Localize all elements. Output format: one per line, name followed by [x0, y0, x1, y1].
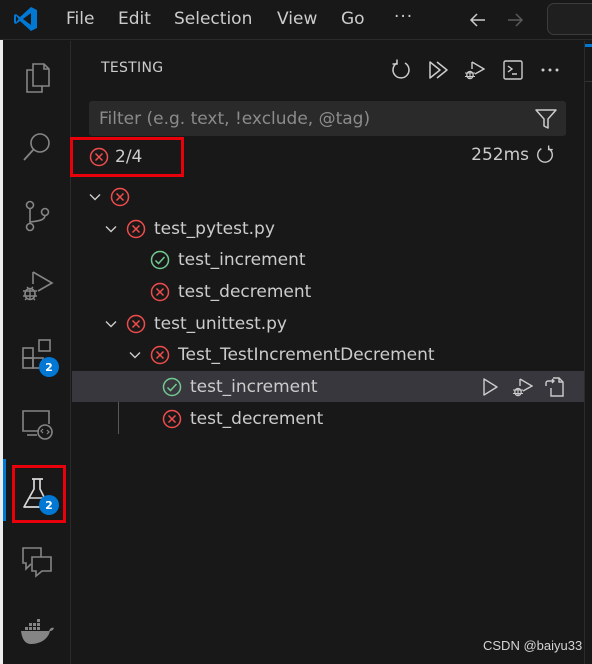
filter-box [89, 101, 566, 136]
failed-status-icon [150, 345, 170, 364]
passed-status-icon [162, 377, 182, 396]
run-all-tests-button[interactable] [425, 57, 451, 83]
sidebar-border [584, 41, 592, 664]
failed-status-icon [126, 314, 146, 333]
test-label: test_unittest.py [154, 313, 287, 334]
menu-edit[interactable]: Edit [118, 9, 151, 29]
failed-status-icon [126, 219, 146, 238]
more-actions-button[interactable] [537, 57, 563, 83]
filter-funnel-icon[interactable] [534, 107, 558, 131]
test-label: test_decrement [178, 281, 312, 302]
chat-icon [22, 547, 52, 578]
activity-remote-explorer[interactable] [13, 400, 61, 448]
go-to-test-icon [545, 377, 564, 397]
row-actions [478, 375, 566, 399]
chevron-down-icon[interactable] [88, 190, 102, 204]
activity-run-debug[interactable] [13, 261, 61, 309]
arrow-left-icon[interactable] [468, 10, 488, 30]
failed-status-icon [162, 409, 182, 428]
arrow-right-icon[interactable] [505, 10, 525, 30]
command-center[interactable] [547, 3, 592, 35]
test-tree-item[interactable]: test_decrement [72, 276, 584, 307]
refresh-tests-button[interactable] [388, 57, 414, 83]
activity-bar: 2 2 [3, 41, 71, 664]
debug-all-tests-button[interactable] [461, 57, 487, 83]
files-icon [26, 63, 50, 93]
highlight-box-testing [12, 465, 66, 523]
test-label: test_increment [190, 376, 318, 397]
chevron-down-icon[interactable] [104, 222, 118, 236]
activity-explorer[interactable] [13, 54, 61, 102]
test-tree-item[interactable]: test_pytest.py [72, 213, 584, 244]
run-test-icon [483, 378, 498, 396]
test-label: test_increment [178, 249, 306, 270]
more-icon [541, 68, 559, 72]
search-icon [23, 133, 50, 161]
failed-status-icon [110, 187, 130, 206]
vscode-logo-icon [14, 7, 37, 31]
watermark: CSDN @baiyu33 [483, 638, 583, 653]
passed-status-icon [150, 250, 170, 269]
test-tree-item[interactable]: test_decrement [72, 403, 584, 434]
show-output-button[interactable] [500, 57, 526, 83]
filter-input[interactable] [89, 101, 529, 136]
remote-explorer-icon [22, 410, 53, 440]
debug-all-icon [465, 61, 485, 80]
activity-docker[interactable] [13, 607, 61, 655]
debug-icon [23, 271, 54, 301]
panel-title: TESTING [101, 60, 164, 76]
title-bar: File Edit Selection View Go ··· [0, 0, 592, 40]
run-all-icon [429, 61, 448, 79]
go-to-test-button[interactable] [542, 375, 566, 399]
menu-file[interactable]: File [66, 9, 94, 29]
debug-test-icon [513, 378, 533, 397]
duration-text: 252ms [471, 145, 529, 165]
test-tree-item[interactable]: test_increment [72, 371, 584, 402]
extensions-badge: 2 [39, 357, 59, 377]
menu-go[interactable]: Go [341, 9, 365, 29]
terminal-icon [503, 60, 523, 80]
activity-search[interactable] [13, 123, 61, 171]
failed-status-icon [150, 282, 170, 301]
test-duration: 252ms [471, 145, 555, 165]
test-tree-item[interactable]: Test_TestIncrementDecrement [72, 339, 584, 370]
activity-chat[interactable] [13, 538, 61, 586]
active-indicator [3, 459, 6, 521]
docker-icon [21, 619, 54, 644]
test-label: Test_TestIncrementDecrement [178, 344, 435, 365]
highlight-box-summary [70, 137, 184, 177]
menu-more[interactable]: ··· [394, 7, 413, 27]
rerun-icon[interactable] [535, 145, 555, 165]
test-label: test_pytest.py [154, 218, 275, 239]
source-control-icon [25, 200, 50, 232]
chevron-down-icon[interactable] [104, 317, 118, 331]
run-test-button[interactable] [478, 375, 502, 399]
menu-selection[interactable]: Selection [174, 9, 252, 29]
test-label: test_decrement [190, 408, 324, 429]
test-tree-item[interactable]: test_unittest.py [72, 308, 584, 339]
menu-view[interactable]: View [277, 9, 317, 29]
refresh-icon [392, 59, 410, 79]
chevron-down-icon[interactable] [128, 348, 142, 362]
testing-sidebar: TESTING Filter (e.g. text, !exclude, @ta… [72, 41, 584, 664]
activity-source-control[interactable] [13, 192, 61, 240]
test-tree-item[interactable]: test_increment [72, 244, 584, 275]
debug-test-button[interactable] [510, 375, 534, 399]
test-tree-item[interactable] [72, 181, 584, 212]
activity-extensions[interactable]: 2 [13, 331, 61, 379]
